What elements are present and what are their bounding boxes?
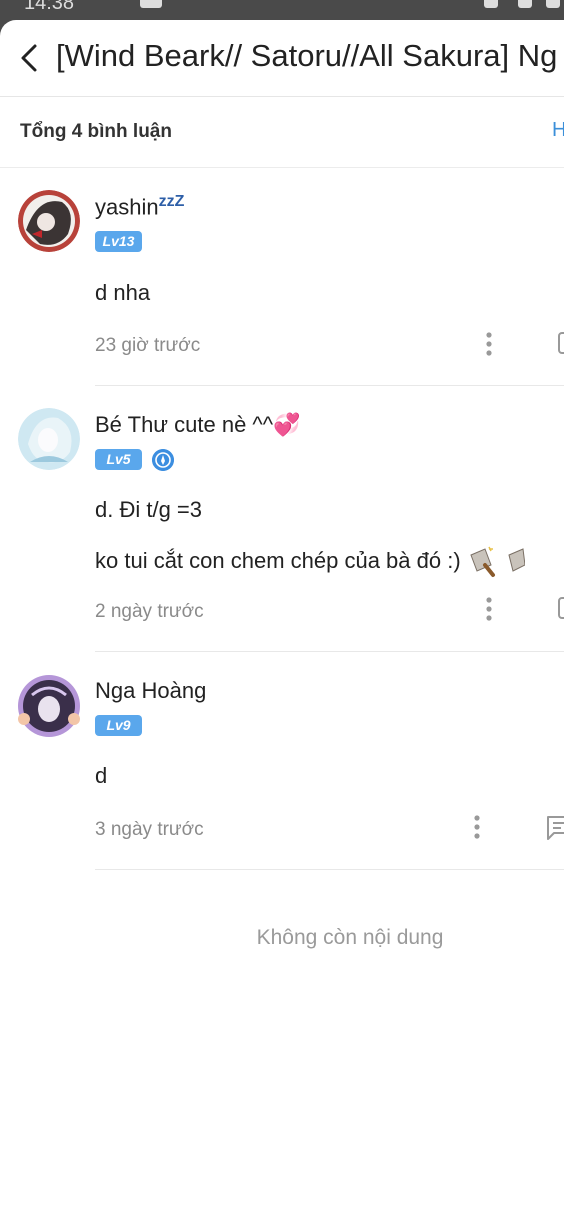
comment-time: 2 ngày trước [95, 601, 204, 622]
comment-text: d [95, 763, 108, 788]
wifi-icon [546, 0, 560, 8]
level-badge: Lv5 [95, 449, 142, 470]
avatar[interactable] [18, 675, 80, 737]
comment-count: Tổng 4 bình luận [20, 121, 172, 142]
notification-icon [140, 0, 162, 8]
more-options-icon[interactable] [478, 595, 500, 625]
status-bar: 14:38 [0, 0, 564, 22]
reply-icon[interactable] [556, 595, 564, 625]
avatar[interactable] [18, 190, 80, 252]
comment-username[interactable]: Bé Thư cute nè ^^💞 [95, 412, 300, 438]
comments-sheet: [Wind Beark// Satoru//All Sakura] Ng Tổn… [0, 20, 564, 1223]
username-text: Bé Thư cute nè ^^ [95, 412, 274, 437]
more-options-icon[interactable] [478, 330, 500, 360]
comment-text: d nha [95, 280, 151, 305]
username-suffix: zzZ [158, 193, 185, 210]
end-of-list-label: Không còn nội dung [256, 926, 444, 949]
divider [95, 385, 564, 386]
username-text: yashin [95, 194, 159, 220]
volume-icon [518, 0, 532, 8]
reply-icon[interactable] [556, 330, 564, 360]
divider [95, 651, 564, 652]
comment-text-line: ko tui cắt con chem chép của bà đó :) [95, 547, 461, 573]
divider [95, 869, 564, 870]
sort-toggle[interactable]: H [552, 119, 564, 142]
top-bar: [Wind Beark// Satoru//All Sakura] Ng [0, 20, 564, 97]
cleaver-sticker-icon [470, 546, 495, 577]
comment-username[interactable]: Nga Hoàng [95, 678, 206, 704]
more-options-icon[interactable] [466, 813, 488, 843]
cleaver-sticker-icon [508, 548, 526, 572]
level-badge: Lv13 [95, 231, 142, 252]
comment-text: d. Đi t/g =3 [95, 497, 203, 522]
medal-icon [152, 449, 174, 471]
status-time: 14:38 [24, 0, 75, 14]
comment-time: 23 giờ trước [95, 335, 201, 356]
page-title: [Wind Beark// Satoru//All Sakura] Ng [56, 38, 558, 73]
level-badge: Lv9 [95, 715, 142, 736]
comment-username[interactable]: yashinzzZ [95, 193, 184, 220]
battery-icon [484, 0, 498, 8]
username-text: Nga Hoàng [95, 678, 207, 703]
username-suffix: 💞 [273, 412, 301, 437]
comment-text: ko tui cắt con chem chép của bà đó :) [95, 545, 526, 579]
comment-time: 3 ngày trước [95, 819, 204, 840]
avatar[interactable] [18, 408, 80, 470]
reply-icon[interactable] [544, 813, 564, 843]
back-arrow-icon[interactable] [16, 40, 42, 76]
comment-summary-bar: Tổng 4 bình luận H [0, 97, 564, 168]
